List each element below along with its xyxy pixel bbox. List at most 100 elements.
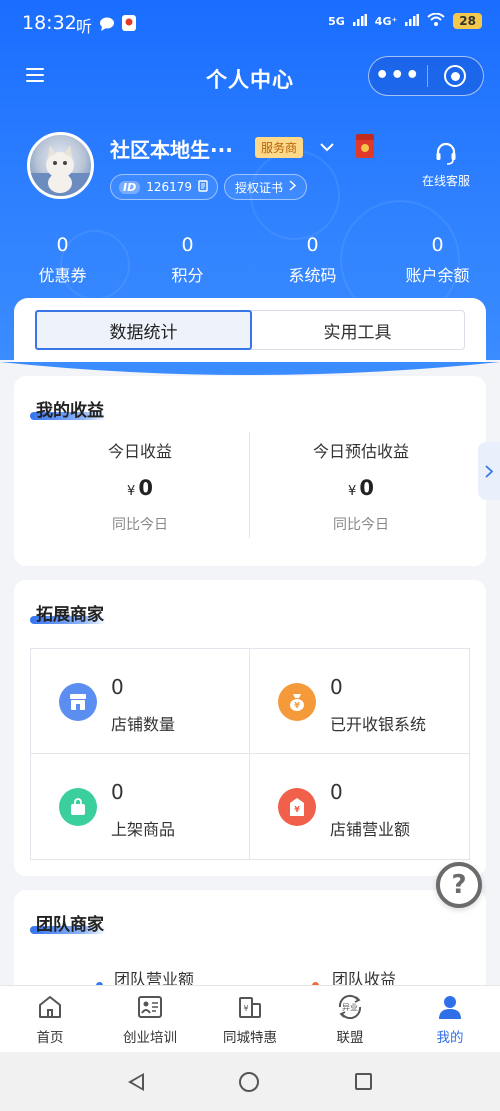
stat-coupons[interactable]: 0 优惠券 xyxy=(0,234,125,286)
alliance-icon: 异业 xyxy=(338,994,362,1020)
store-revenue-label: 店铺营业额 xyxy=(330,820,411,839)
stat-system-code[interactable]: 0 系统码 xyxy=(250,234,375,286)
home-circle-icon[interactable] xyxy=(239,1071,260,1092)
alliance-icon-text: 异业 xyxy=(342,1002,358,1012)
stat-label: 优惠券 xyxy=(38,266,87,285)
stat-points[interactable]: 0 积分 xyxy=(125,234,250,286)
tab-utility-tools[interactable]: 实用工具 xyxy=(251,311,464,349)
user-id-chip[interactable]: ID 126179 xyxy=(110,174,219,200)
message-icon xyxy=(99,16,115,35)
team-merchants-card: 团队商家 团队营业额 团队收益 xyxy=(14,890,486,1000)
store-revenue-value: 0 xyxy=(330,780,343,804)
svg-text:¥: ¥ xyxy=(294,805,300,814)
signal-4g-icon: 4G⁺ xyxy=(374,14,398,28)
segmented-tabs: 数据统计 实用工具 xyxy=(35,310,465,350)
mini-program-capsule: ••• xyxy=(368,56,484,96)
stat-value: 0 xyxy=(56,234,69,256)
bottom-tab-bar: 首页 创业培训 ¥ 同城特惠 异业 联盟 我的 xyxy=(0,985,500,1052)
chevron-right-icon xyxy=(485,464,493,478)
tab-label: 创业培训 xyxy=(123,1030,177,1046)
earnings-label: 今日收益 xyxy=(107,442,172,461)
stat-balance[interactable]: 0 账户余额 xyxy=(375,234,500,286)
cat-avatar-image xyxy=(30,145,91,196)
tab-label: 同城特惠 xyxy=(223,1030,277,1046)
user-id-value: 126179 xyxy=(146,180,193,194)
revenue-tag-icon: ¥ xyxy=(278,788,316,826)
bottom-tab-city-deals[interactable]: ¥ 同城特惠 xyxy=(200,986,300,1052)
svg-text:¥: ¥ xyxy=(294,701,300,710)
divider xyxy=(249,432,250,538)
stat-label: 系统码 xyxy=(288,266,337,285)
training-icon xyxy=(138,996,162,1018)
profile-icon xyxy=(439,996,461,1019)
wifi-icon xyxy=(427,12,445,29)
title-bar: 个人中心 ••• xyxy=(0,52,500,102)
status-time: 18:32 xyxy=(22,12,77,34)
online-service-button[interactable]: 在线客服 xyxy=(414,142,478,189)
certificate-label: 授权证书 xyxy=(235,180,284,195)
back-icon[interactable] xyxy=(127,1072,144,1091)
store-count-value: 0 xyxy=(111,675,124,699)
earnings-value: 0 xyxy=(138,476,153,500)
expand-merchants-card: 拓展商家 0 店铺数量 ¥ 0 已开收银系统 0 上架商品 ¥ 0 店铺营业额 xyxy=(14,580,486,876)
currency-symbol: ¥ xyxy=(127,484,136,499)
svg-text:¥: ¥ xyxy=(243,1004,248,1013)
bottom-tab-training[interactable]: 创业培训 xyxy=(100,986,200,1052)
stat-label: 账户余额 xyxy=(405,266,470,285)
today-earnings[interactable]: 今日收益 ¥0 同比今日 xyxy=(40,438,240,534)
listed-products-value: 0 xyxy=(111,780,124,804)
scroll-right-button[interactable] xyxy=(478,442,500,500)
help-question-button[interactable]: ? xyxy=(436,862,482,908)
listed-products-cell[interactable]: 0 上架商品 xyxy=(31,754,250,859)
tab-data-statistics[interactable]: 数据统计 xyxy=(35,310,252,350)
online-service-label: 在线客服 xyxy=(421,174,470,188)
store-revenue-cell[interactable]: ¥ 0 店铺营业额 xyxy=(250,754,469,859)
signal-5g-icon: 5G xyxy=(328,14,345,28)
account-stats: 0 优惠券 0 积分 0 系统码 0 账户余额 xyxy=(0,234,500,286)
signal-bars-icon xyxy=(352,13,367,29)
tab-label: 我的 xyxy=(436,1030,464,1046)
recent-apps-icon[interactable] xyxy=(355,1073,373,1090)
bottom-tab-alliance[interactable]: 异业 联盟 xyxy=(300,986,400,1052)
stat-value: 0 xyxy=(431,234,444,256)
user-name[interactable]: 社区本地生··· xyxy=(110,134,233,163)
close-mini-program-button[interactable] xyxy=(427,65,483,87)
chevron-down-icon[interactable] xyxy=(320,140,334,156)
chevron-right-icon xyxy=(289,180,297,194)
cashier-system-cell[interactable]: ¥ 0 已开收银系统 xyxy=(250,649,469,754)
card-title: 团队商家 xyxy=(36,915,104,935)
stat-value: 0 xyxy=(306,234,319,256)
license-certificate-button[interactable]: 授权证书 xyxy=(224,174,308,200)
earnings-label: 今日预估收益 xyxy=(312,442,409,461)
tab-label: 联盟 xyxy=(336,1030,364,1046)
store-count-cell[interactable]: 0 店铺数量 xyxy=(31,649,250,754)
status-bar: 18:32 听 5G 4G⁺ 28 xyxy=(0,0,500,46)
signal-bars-icon xyxy=(405,13,420,29)
earnings-value: 0 xyxy=(359,476,374,500)
headset-icon xyxy=(436,142,456,165)
system-navigation-bar xyxy=(0,1052,500,1111)
stat-value: 0 xyxy=(181,234,194,256)
id-tag: ID xyxy=(119,180,141,194)
store-icon xyxy=(59,683,97,721)
home-icon xyxy=(39,996,61,1018)
tab-card: 数据统计 实用工具 xyxy=(14,298,486,362)
cashier-system-label: 已开收银系统 xyxy=(330,715,427,734)
earnings-compare: 同比今日 xyxy=(333,517,389,533)
app-notification-glyph: 听 xyxy=(76,17,93,36)
bottom-tab-mine[interactable]: 我的 xyxy=(400,986,500,1052)
estimated-earnings[interactable]: 今日预估收益 ¥0 同比今日 xyxy=(261,438,461,534)
my-earnings-card: 我的收益 今日收益 ¥0 同比今日 今日预估收益 ¥0 同比今日 xyxy=(14,376,500,566)
copy-icon[interactable] xyxy=(198,179,209,195)
bottom-tab-home[interactable]: 首页 xyxy=(0,986,100,1052)
city-deals-icon: ¥ xyxy=(239,997,261,1018)
more-options-button[interactable]: ••• xyxy=(369,65,427,87)
map-pin-icon xyxy=(122,15,137,35)
red-envelope-icon[interactable] xyxy=(356,134,374,158)
avatar[interactable] xyxy=(27,132,94,199)
cashier-system-value: 0 xyxy=(330,675,343,699)
currency-symbol: ¥ xyxy=(348,484,357,499)
battery-indicator: 28 xyxy=(453,13,482,29)
money-bag-icon: ¥ xyxy=(278,683,316,721)
stat-label: 积分 xyxy=(171,266,204,285)
